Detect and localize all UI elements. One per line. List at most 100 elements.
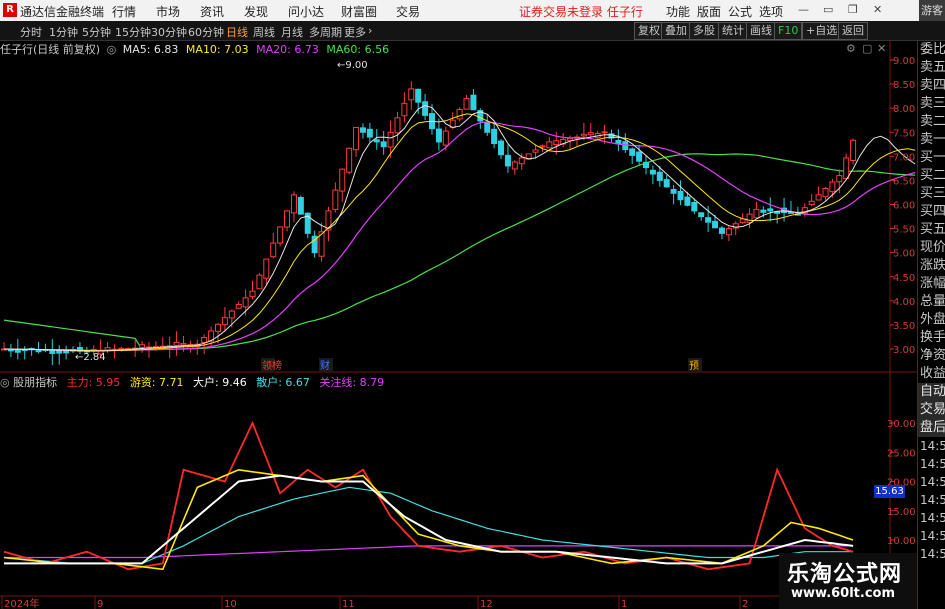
f10-button[interactable]: F10 xyxy=(774,22,803,40)
maximize-icon[interactable]: ▭ xyxy=(823,3,833,16)
candle-body xyxy=(63,350,70,354)
sidebar-item[interactable]: 14:56 xyxy=(918,509,945,527)
sidebar-item[interactable]: 卖四 xyxy=(918,77,945,95)
low-annotation: ←2.84 xyxy=(75,352,106,363)
guest-button[interactable]: 游客 xyxy=(919,0,945,21)
tongji-button[interactable]: 统计 xyxy=(718,22,748,40)
sidebar-item[interactable]: 交易 xyxy=(918,401,945,419)
price-tick-label: 4.50 xyxy=(893,273,915,284)
candle-body xyxy=(235,303,242,309)
period-15min[interactable]: 15分钟 xyxy=(115,24,151,40)
sidebar-item[interactable]: 14:56 xyxy=(918,473,945,491)
period-toolbar: 分时 1分钟 5分钟 15分钟 30分钟 60分钟 日线 周线 月线 多周期 更… xyxy=(0,21,945,41)
sidebar-item[interactable]: 14:56 xyxy=(918,527,945,545)
menu-banmian[interactable]: 版面 xyxy=(697,3,721,20)
sidebar-item[interactable]: 买五 xyxy=(918,221,945,239)
period-5min[interactable]: 5分钟 xyxy=(82,24,111,40)
title-bar: R 通达信金融终端 行情 市场 资讯 发现 问小达 财富圈 交易 证券交易未登录… xyxy=(0,0,945,21)
sidebar-item[interactable]: 买三 xyxy=(918,185,945,203)
sidebar-item[interactable]: 现价 xyxy=(918,239,945,257)
sidebar-item[interactable]: 卖三 xyxy=(918,95,945,113)
back-button[interactable]: 返回 xyxy=(838,22,868,40)
menu-hangqing[interactable]: 行情 xyxy=(112,3,136,20)
period-fenshi[interactable]: 分时 xyxy=(20,24,42,40)
sidebar-item[interactable]: 总量 xyxy=(918,293,945,311)
period-daily[interactable]: 日线 xyxy=(226,24,248,40)
sidebar-item[interactable]: 14:56 xyxy=(918,545,945,563)
period-monthly[interactable]: 月线 xyxy=(281,24,303,40)
more-arrow-icon[interactable]: › xyxy=(368,24,372,37)
menu-zixun[interactable]: 资讯 xyxy=(200,3,224,20)
quote-sidebar: 委比 卖五 卖四 卖三 卖二 卖一 买一 买二 买三 买四 买五 现价 涨跌 涨幅 总量 外盘 换手 净资 收益 自动… xyxy=(917,41,945,609)
candle-body xyxy=(221,317,228,326)
menu-gongshi[interactable]: 公式 xyxy=(728,3,752,20)
sidebar-item[interactable]: 14:56 xyxy=(918,437,945,455)
price-tick-label: 7.00 xyxy=(893,152,915,163)
guanzhu-label: 关注线: 8.79 xyxy=(319,376,385,389)
chart-canvas[interactable]: 9.00 8.50 8.00 7.50 7.00 6.50 6.00 5.50 5.00 4.50… xyxy=(0,41,917,609)
menu-gongneng[interactable]: 功能 xyxy=(666,3,690,20)
sidebar-item[interactable]: 涨幅 xyxy=(918,275,945,293)
date-tick-label: 12 xyxy=(480,599,493,609)
sidebar-item[interactable]: 盘后 xyxy=(918,419,945,437)
indicator-name[interactable]: 股朋指标 xyxy=(13,376,57,389)
candle-body xyxy=(442,130,449,146)
sanhu-label: 散户: 6.67 xyxy=(256,376,310,389)
ma10-line xyxy=(3,113,916,352)
price-tick-label: 6.50 xyxy=(893,176,915,187)
minimize-icon[interactable]: — xyxy=(798,3,809,16)
indicator-tick-label: 10.00 xyxy=(887,536,916,547)
indicator-settings-icon[interactable]: ◎ xyxy=(0,376,10,389)
sidebar-item[interactable]: 买二 xyxy=(918,167,945,185)
candle-body xyxy=(656,171,663,181)
menu-jiaoyi[interactable]: 交易 xyxy=(396,3,420,20)
price-tick-label: 9.00 xyxy=(893,56,915,67)
app-title: 通达信金融终端 xyxy=(20,5,105,19)
period-30min[interactable]: 30分钟 xyxy=(151,24,187,40)
period-60min[interactable]: 60分钟 xyxy=(188,24,224,40)
sidebar-item[interactable]: 自动 xyxy=(918,383,945,401)
period-multi[interactable]: 多周期 xyxy=(309,24,342,40)
sidebar-item[interactable]: 涨跌 xyxy=(918,257,945,275)
candle-body xyxy=(394,117,401,134)
sidebar-item[interactable]: 14:56 xyxy=(918,491,945,509)
add-watchlist-button[interactable]: +自选 xyxy=(802,22,842,40)
candle-body xyxy=(746,213,753,224)
sidebar-item[interactable]: 委比 xyxy=(918,41,945,59)
sidebar-item[interactable]: 换手 xyxy=(918,329,945,347)
period-1min[interactable]: 1分钟 xyxy=(49,24,78,40)
fuquan-button[interactable]: 复权 xyxy=(634,22,664,40)
menu-wenxiaoda[interactable]: 问小达 xyxy=(288,3,324,20)
period-weekly[interactable]: 周线 xyxy=(253,24,275,40)
sidebar-item[interactable]: 卖二 xyxy=(918,113,945,131)
restore-icon[interactable]: ❐ xyxy=(848,3,858,16)
menu-faxian[interactable]: 发现 xyxy=(244,3,268,20)
sanhu-line xyxy=(3,486,854,565)
period-more[interactable]: 更多 xyxy=(344,24,366,40)
sidebar-item[interactable]: 收益 xyxy=(918,365,945,383)
candle-body xyxy=(14,348,21,353)
candle-body xyxy=(263,258,270,279)
menu-caifuquan[interactable]: 财富圈 xyxy=(341,3,377,20)
sidebar-item[interactable]: 买四 xyxy=(918,203,945,221)
date-tick-label: 2024年 xyxy=(4,597,39,609)
candle-body xyxy=(504,154,511,167)
sidebar-item[interactable]: 卖一 xyxy=(918,131,945,149)
sidebar-item[interactable]: 卖五 xyxy=(918,59,945,77)
date-tick-label: 11 xyxy=(342,599,355,609)
menu-xuanxiang[interactable]: 选项 xyxy=(759,3,783,20)
sidebar-item[interactable]: 14:56 xyxy=(918,455,945,473)
sidebar-item[interactable]: 净资 xyxy=(918,347,945,365)
candle-body xyxy=(691,201,698,212)
price-tick-label: 5.50 xyxy=(893,225,915,236)
huaxian-button[interactable]: 画线 xyxy=(746,22,776,40)
close-icon[interactable]: ✕ xyxy=(873,3,882,16)
sidebar-item[interactable]: 外盘 xyxy=(918,311,945,329)
candle-body xyxy=(201,337,208,343)
diejia-button[interactable]: 叠加 xyxy=(661,22,691,40)
candle-body xyxy=(256,274,263,290)
login-notice[interactable]: 证券交易未登录 任子行 xyxy=(519,3,643,20)
menu-shichang[interactable]: 市场 xyxy=(156,3,180,20)
duogu-button[interactable]: 多股 xyxy=(689,22,719,40)
sidebar-item[interactable]: 买一 xyxy=(918,149,945,167)
